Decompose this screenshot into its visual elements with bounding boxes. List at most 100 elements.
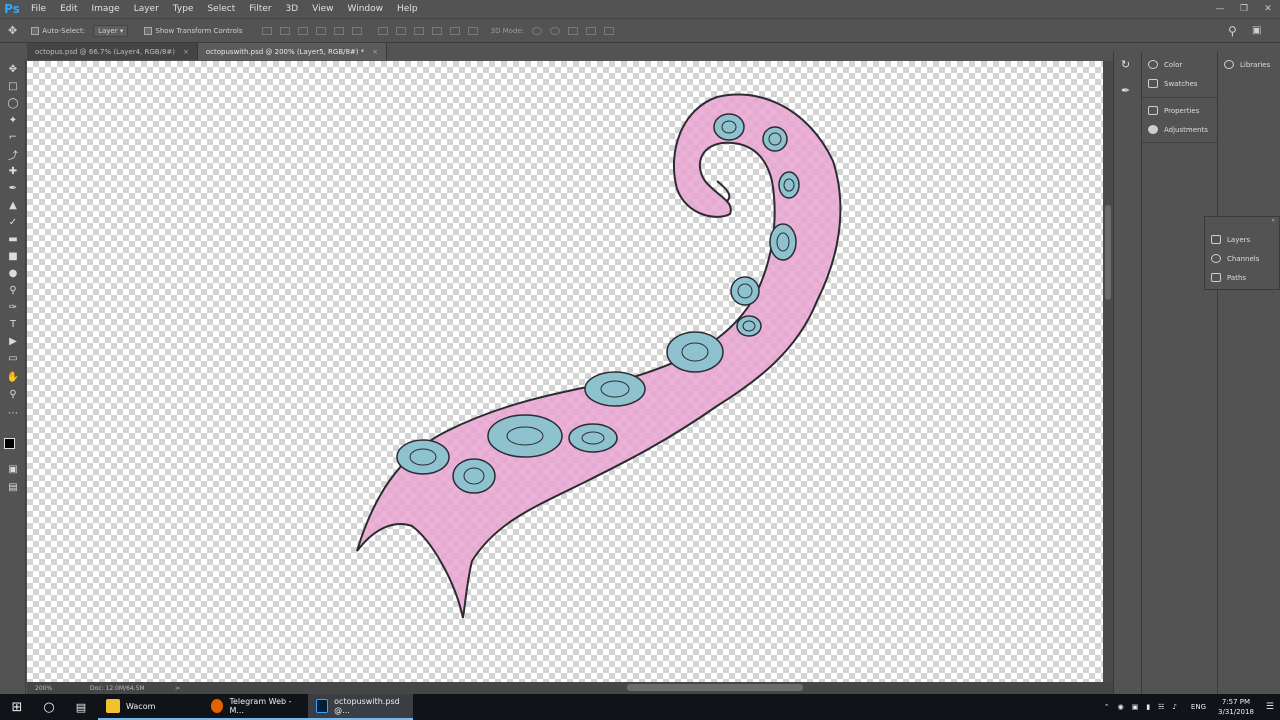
- move-tool-icon[interactable]: ✥: [5, 62, 21, 76]
- app-tray-icon[interactable]: ▣: [1132, 703, 1139, 711]
- path-selection-tool-icon[interactable]: ▶: [5, 334, 21, 348]
- panel-channels[interactable]: Channels: [1211, 254, 1259, 263]
- language-indicator[interactable]: ENG: [1191, 703, 1206, 711]
- align-bottom-icon[interactable]: [298, 26, 309, 35]
- quick-mask-icon[interactable]: ▣: [5, 462, 21, 476]
- task-view-icon[interactable]: ▤: [64, 694, 98, 720]
- volume-icon[interactable]: ♪: [1172, 703, 1176, 711]
- pen-tool-icon[interactable]: ✑: [5, 300, 21, 314]
- hand-tool-icon[interactable]: ✋: [5, 370, 21, 384]
- vertical-scrollbar[interactable]: [1103, 61, 1113, 682]
- panel-layers[interactable]: Layers: [1211, 235, 1250, 244]
- wifi-icon[interactable]: ☵: [1158, 703, 1164, 711]
- distribute-top-icon[interactable]: [378, 26, 389, 35]
- distribute-middle-icon[interactable]: [396, 26, 407, 35]
- menu-type[interactable]: Type: [166, 4, 201, 14]
- eraser-tool-icon[interactable]: ▬: [5, 232, 21, 246]
- search-icon[interactable]: ⚲: [1228, 24, 1237, 38]
- align-top-icon[interactable]: [262, 26, 273, 35]
- close-tab-icon[interactable]: ×: [183, 48, 189, 56]
- type-tool-icon[interactable]: T: [5, 317, 21, 331]
- brush-tool-icon[interactable]: ✒: [5, 181, 21, 195]
- panel-adjustments[interactable]: Adjustments: [1148, 125, 1208, 134]
- network-icon[interactable]: ◉: [1118, 703, 1124, 711]
- dodge-tool-icon[interactable]: ⚲: [5, 283, 21, 297]
- menu-window[interactable]: Window: [341, 4, 391, 14]
- taskbar-app-photoshop[interactable]: octopuswith.psd @...: [308, 694, 413, 720]
- menu-view[interactable]: View: [305, 4, 340, 14]
- menu-help[interactable]: Help: [390, 4, 425, 14]
- show-hidden-icons-icon[interactable]: ⌃: [1104, 703, 1110, 711]
- rectangle-tool-icon[interactable]: ▭: [5, 351, 21, 365]
- distribute-bottom-icon[interactable]: [414, 26, 425, 35]
- distribute-right-icon[interactable]: [468, 26, 479, 35]
- vertical-scroll-thumb[interactable]: [1105, 205, 1111, 300]
- history-brush-tool-icon[interactable]: ✓: [5, 215, 21, 229]
- menu-layer[interactable]: Layer: [127, 4, 166, 14]
- distribute-center-icon[interactable]: [450, 26, 461, 35]
- collapse-icon[interactable]: »: [1271, 217, 1275, 224]
- menu-select[interactable]: Select: [200, 4, 242, 14]
- more-tools-icon[interactable]: ⋯: [5, 406, 21, 420]
- align-right-icon[interactable]: [352, 26, 363, 35]
- menu-image[interactable]: Image: [85, 4, 127, 14]
- horizontal-scroll-thumb[interactable]: [627, 684, 803, 691]
- 3d-slide-icon[interactable]: [585, 26, 596, 35]
- tab-octopus[interactable]: octopus.psd @ 66.7% (Layer4, RGB/8#) ×: [27, 43, 198, 60]
- history-icon[interactable]: ↻: [1121, 58, 1130, 71]
- workspace-icon[interactable]: ▣: [1252, 25, 1261, 36]
- close-icon[interactable]: ✕: [1256, 0, 1280, 18]
- taskbar-app-label: octopuswith.psd @...: [334, 697, 400, 715]
- panel-properties[interactable]: Properties: [1148, 106, 1199, 115]
- brush-settings-icon[interactable]: ✒: [1121, 84, 1130, 97]
- distribute-left-icon[interactable]: [432, 26, 443, 35]
- panel-paths[interactable]: Paths: [1211, 273, 1246, 282]
- blur-tool-icon[interactable]: ●: [5, 266, 21, 280]
- clone-stamp-tool-icon[interactable]: ▲: [5, 198, 21, 212]
- screen-mode-icon[interactable]: ▤: [5, 480, 21, 494]
- taskbar-app-wacom[interactable]: Wacom: [98, 694, 203, 720]
- zoom-tool-icon[interactable]: ⚲: [5, 387, 21, 401]
- 3d-camera-icon[interactable]: [603, 26, 614, 35]
- align-middle-icon[interactable]: [280, 26, 291, 35]
- notifications-icon[interactable]: ☰: [1266, 702, 1274, 712]
- auto-select-dropdown[interactable]: Layer ▾: [93, 24, 129, 37]
- healing-brush-tool-icon[interactable]: ✚: [5, 164, 21, 178]
- minimize-icon[interactable]: —: [1208, 0, 1232, 18]
- lasso-tool-icon[interactable]: ◯: [5, 96, 21, 110]
- 3d-roll-icon[interactable]: [549, 26, 560, 35]
- tab-octopuswith[interactable]: octopuswith.psd @ 200% (Layer5, RGB/8#) …: [197, 43, 388, 60]
- auto-select-checkbox[interactable]: Auto-Select:: [31, 26, 85, 35]
- battery-icon[interactable]: ▮: [1146, 703, 1150, 711]
- clock[interactable]: 7:57 PM 3/31/2018: [1218, 697, 1254, 717]
- taskbar-app-telegram[interactable]: Telegram Web - M...: [203, 694, 308, 720]
- move-tool-icon[interactable]: ✥: [8, 24, 17, 37]
- eyedropper-tool-icon[interactable]: ⤴: [5, 147, 21, 162]
- foreground-color-swatch[interactable]: [4, 438, 15, 449]
- 3d-orbit-icon[interactable]: [531, 26, 542, 35]
- document-canvas[interactable]: [27, 61, 1103, 682]
- start-icon[interactable]: ⊞: [0, 694, 34, 720]
- 3d-pan-icon[interactable]: [567, 26, 578, 35]
- panel-swatches[interactable]: Swatches: [1148, 79, 1197, 88]
- zoom-level[interactable]: 200%: [35, 685, 75, 692]
- marquee-tool-icon[interactable]: □: [5, 79, 21, 93]
- close-tab-icon[interactable]: ×: [372, 48, 378, 56]
- divider: [1142, 97, 1218, 98]
- menu-edit[interactable]: Edit: [53, 4, 84, 14]
- align-center-icon[interactable]: [334, 26, 345, 35]
- menu-3d[interactable]: 3D: [279, 4, 306, 14]
- panel-libraries[interactable]: Libraries: [1224, 60, 1270, 69]
- tools-panel: ✥ □ ◯ ✦ ⌐ ⤴ ✚ ✒ ▲ ✓ ▬ ■ ● ⚲ ✑ T ▶ ▭ ✋ ⚲ …: [0, 60, 26, 694]
- status-menu-arrow[interactable]: >: [175, 685, 180, 692]
- gradient-tool-icon[interactable]: ■: [5, 249, 21, 263]
- quick-selection-tool-icon[interactable]: ✦: [5, 113, 21, 127]
- maximize-icon[interactable]: ❐: [1232, 0, 1256, 18]
- cortana-icon[interactable]: ○: [34, 694, 64, 720]
- panel-color[interactable]: Color: [1148, 60, 1182, 69]
- menu-file[interactable]: File: [24, 4, 53, 14]
- crop-tool-icon[interactable]: ⌐: [5, 130, 21, 144]
- menu-filter[interactable]: Filter: [242, 4, 278, 14]
- show-transform-controls-checkbox[interactable]: Show Transform Controls: [144, 26, 242, 35]
- align-left-icon[interactable]: [316, 26, 327, 35]
